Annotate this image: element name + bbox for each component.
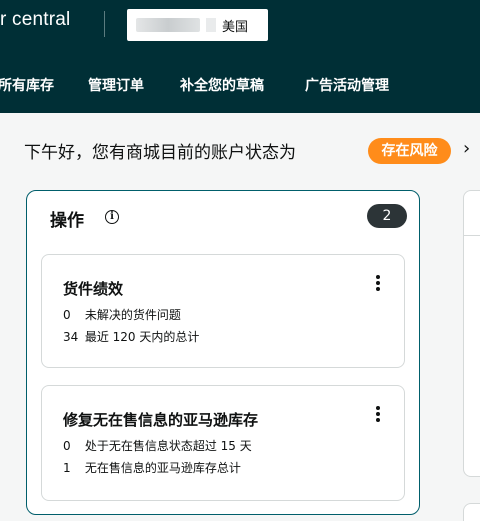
adjacent-panel-partial — [463, 190, 480, 477]
flag-icon — [206, 18, 216, 32]
marketplace-label: 美国 — [222, 20, 249, 35]
nav-item-advertising[interactable]: 广告活动管理 — [305, 75, 389, 95]
navigation-bar: 所有库存 管理订单 补全您的草稿 广告活动管理 — [0, 46, 480, 113]
chevron-right-icon[interactable]: › — [463, 138, 470, 159]
action-count-badge: 2 — [367, 204, 407, 228]
account-status-badge[interactable]: 存在风险 — [368, 138, 451, 164]
action-card-stranded-inventory[interactable]: 修复无在售信息的亚马逊库存 0 处于无在售信息状态超过 15 天 1 无在售信息… — [41, 385, 405, 501]
card-stat-line: 0 未解决的货件问题 — [63, 308, 181, 322]
greeting-text: 下午好，您有商城目前的账户状态为 — [24, 143, 296, 163]
card-title: 修复无在售信息的亚马逊库存 — [63, 411, 259, 429]
header-divider — [104, 11, 105, 37]
card-title: 货件绩效 — [63, 280, 124, 298]
card-stat-line: 0 处于无在售信息状态超过 15 天 — [63, 439, 252, 453]
nav-item-inventory[interactable]: 所有库存 — [0, 75, 54, 95]
actions-panel: 操作 i 2 货件绩效 0 未解决的货件问题 34 最近 120 天内的总计 修… — [26, 190, 420, 515]
marketplace-selector[interactable]: 美国 — [127, 9, 268, 41]
nav-item-drafts[interactable]: 补全您的草稿 — [180, 75, 264, 95]
info-icon[interactable]: i — [105, 210, 119, 224]
nav-item-orders[interactable]: 管理订单 — [88, 75, 144, 95]
panel-divider — [464, 235, 480, 236]
panel-title: 操作 — [50, 211, 84, 231]
card-stat-line: 1 无在售信息的亚马逊库存总计 — [63, 461, 241, 475]
more-options-icon[interactable] — [375, 406, 381, 424]
top-header: r central 美国 — [0, 0, 480, 46]
more-options-icon[interactable] — [375, 275, 381, 293]
action-card-shipment-performance[interactable]: 货件绩效 0 未解决的货件问题 34 最近 120 天内的总计 — [41, 254, 405, 368]
adjacent-panel-partial-bottom — [463, 503, 480, 521]
card-stat-line: 34 最近 120 天内的总计 — [63, 330, 200, 344]
account-name-redacted — [136, 18, 200, 32]
brand-logo-text[interactable]: r central — [0, 9, 70, 31]
